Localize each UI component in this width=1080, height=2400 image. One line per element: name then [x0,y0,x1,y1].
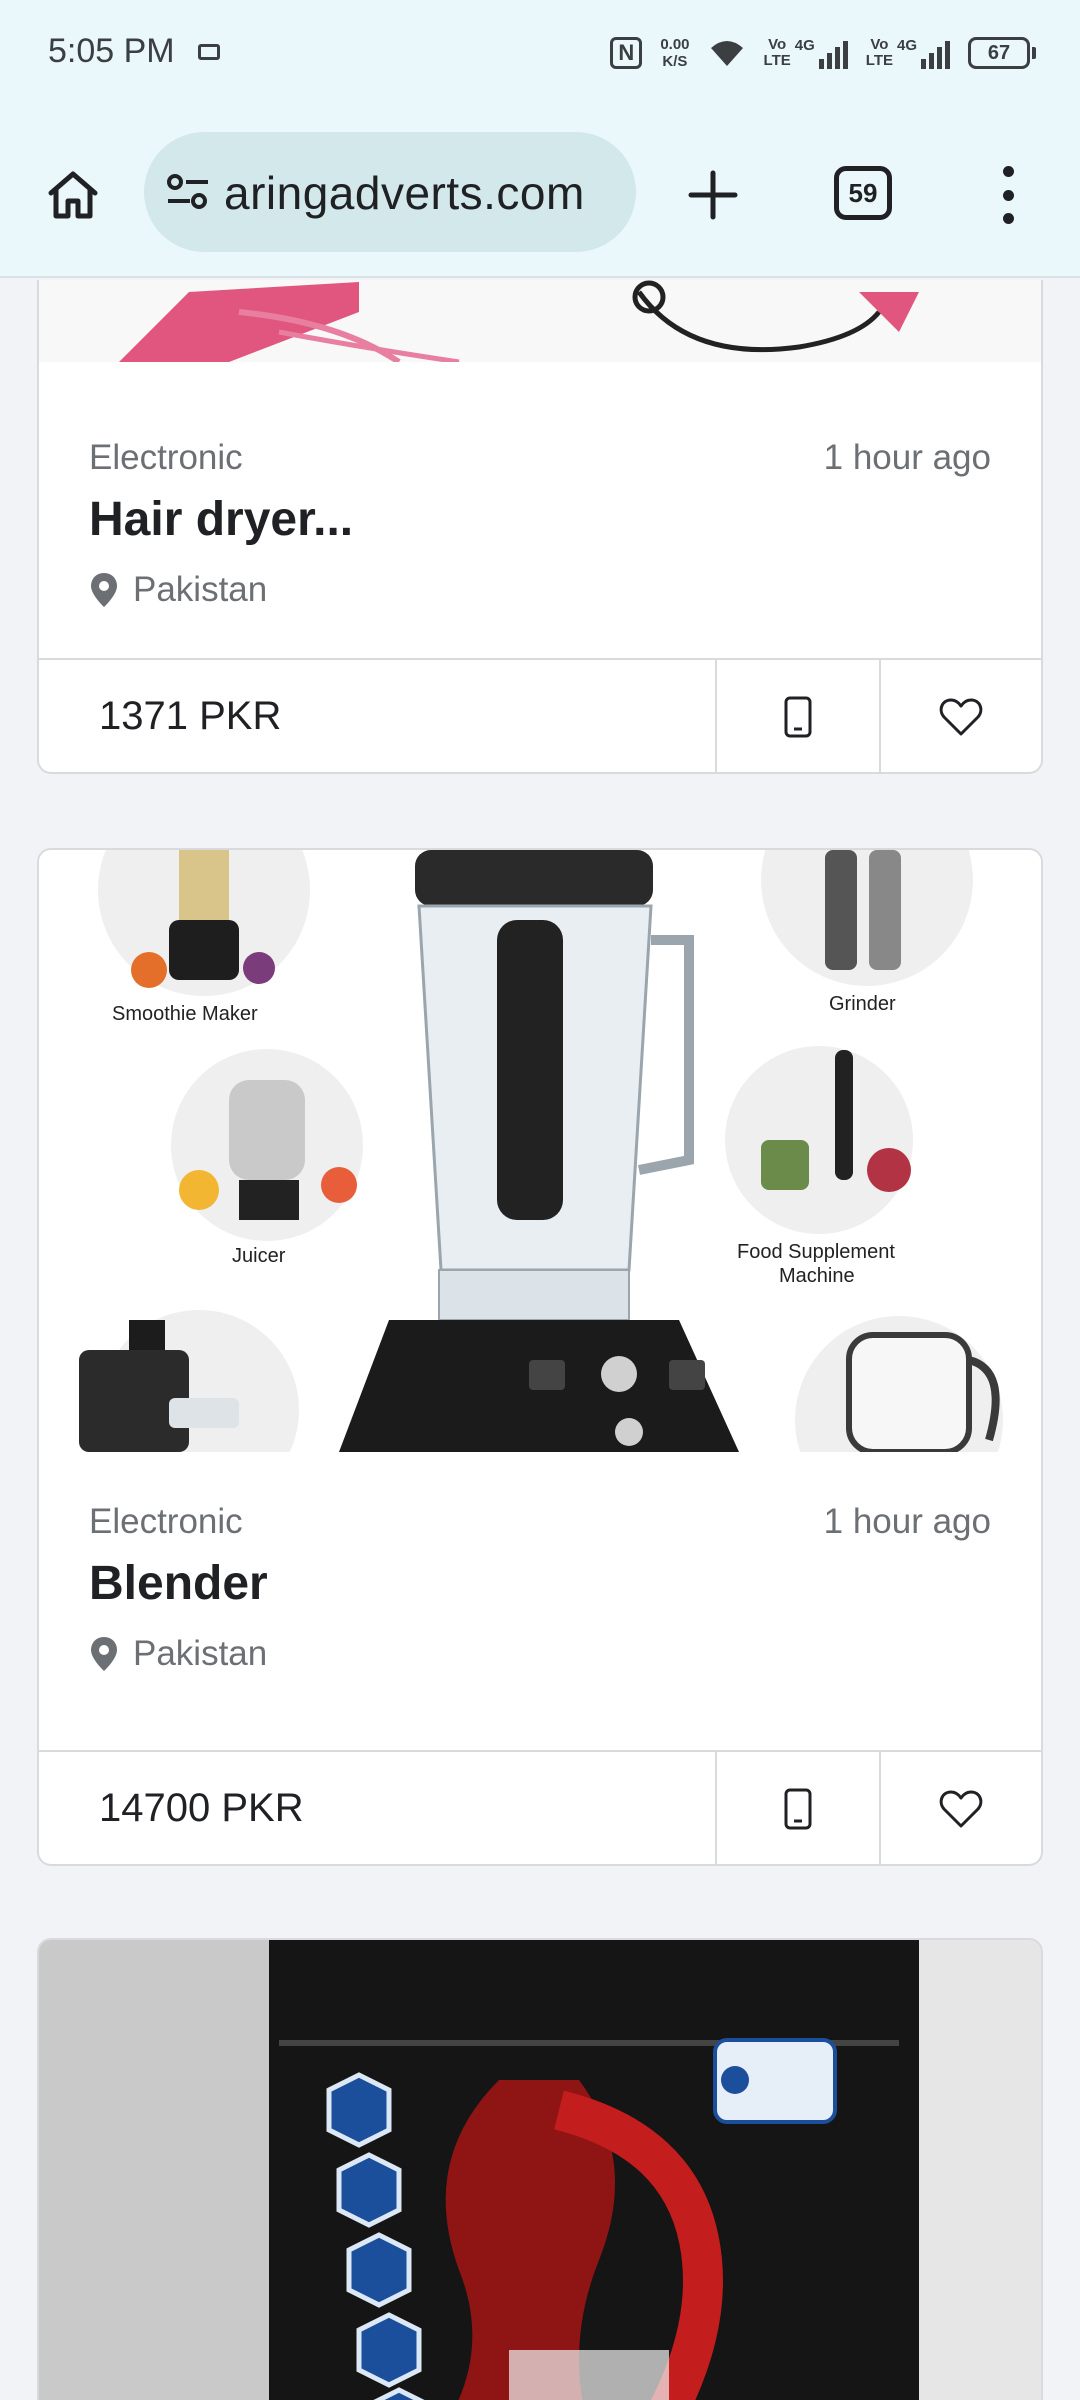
listing-price: 14700 PKR [39,1752,717,1864]
tab-switcher-button[interactable]: 59 [834,166,892,220]
wifi-icon [710,41,743,66]
favorite-button[interactable] [881,1752,1041,1864]
listing-image[interactable] [39,1940,1041,2400]
phone-icon [784,1788,812,1830]
site-settings-icon[interactable] [166,170,210,214]
listing-footer: 14700 PKR [39,1750,1041,1864]
dot-icon [1002,213,1014,224]
image-text-food-supplement: Food Supplement [737,1241,895,1263]
dot-icon [1002,189,1014,201]
signal-sim-1: Vo LTE 4G [764,37,848,69]
address-bar[interactable]: aringadverts.com [144,132,636,252]
volte-icon: Vo LTE [763,36,791,69]
listing-category: Electronic [89,1502,243,1541]
signal-bars-icon [818,39,848,69]
favorite-button[interactable] [881,660,1041,772]
listing-card[interactable]: Smoothie Maker Grinder Juicer Food Suppl… [37,848,1043,1866]
battery-icon: 67 [968,37,1030,69]
plus-icon [688,170,738,220]
listing-card[interactable] [37,1938,1043,2400]
listing-image[interactable] [39,280,1041,362]
location-pin-icon [91,1637,117,1671]
image-text-juicer: Juicer [232,1245,286,1267]
more-menu-button[interactable] [990,160,1026,230]
new-tab-button[interactable] [678,160,748,230]
blender-image: Smoothie Maker Grinder Juicer Food Suppl… [39,850,1041,1452]
refrigerator-image [39,1940,1041,2400]
status-time: 5:05 PM [48,32,175,70]
browser-toolbar: aringadverts.com 59 [0,130,1080,252]
listing-footer: 1371 PKR [39,658,1041,772]
status-bar: 5:05 PM N 0.00 K/S Vo LTE 4G Vo LTE 4G 6… [0,0,1080,110]
listing-title[interactable]: Hair dryer... [89,492,353,547]
phone-icon [784,696,812,738]
home-button[interactable] [38,160,108,230]
listing-time: 1 hour ago [823,438,991,477]
nfc-icon: N [610,37,643,69]
network-speed: 0.00 K/S [660,36,690,70]
listing-image[interactable]: Smoothie Maker Grinder Juicer Food Suppl… [39,850,1041,1452]
browser-chrome: 5:05 PM N 0.00 K/S Vo LTE 4G Vo LTE 4G 6… [0,0,1080,278]
dot-icon [1002,166,1014,177]
signal-bars-icon [921,39,950,69]
url-text[interactable]: aringadverts.com [224,166,624,220]
message-notification-icon [198,44,220,60]
listing-title[interactable]: Blender [89,1556,268,1611]
listing-price: 1371 PKR [39,660,717,772]
heart-icon [939,1790,983,1828]
volte-icon: Vo LTE [865,36,893,69]
status-icons: N 0.00 K/S Vo LTE 4G Vo LTE 4G 67 [610,30,1036,76]
battery-indicator: 67 [968,37,1036,69]
call-button[interactable] [717,660,881,772]
home-icon [48,171,98,219]
call-button[interactable] [717,1752,881,1864]
listing-time: 1 hour ago [823,1502,991,1541]
listing-location: Pakistan [89,570,267,610]
image-text-grinder: Grinder [829,993,896,1015]
heart-icon [939,698,983,736]
listing-category: Electronic [89,438,243,477]
signal-sim-2: Vo LTE 4G [866,37,950,69]
listings-feed: Electronic 1 hour ago Hair dryer... Paki… [0,280,1080,2400]
image-text-machine: Machine [779,1265,855,1287]
location-pin-icon [91,573,117,607]
listing-location: Pakistan [89,1634,267,1674]
hair-dryer-image [39,280,1041,362]
listing-card[interactable]: Electronic 1 hour ago Hair dryer... Paki… [37,280,1043,774]
image-text-smoothie-maker: Smoothie Maker [112,1003,258,1025]
